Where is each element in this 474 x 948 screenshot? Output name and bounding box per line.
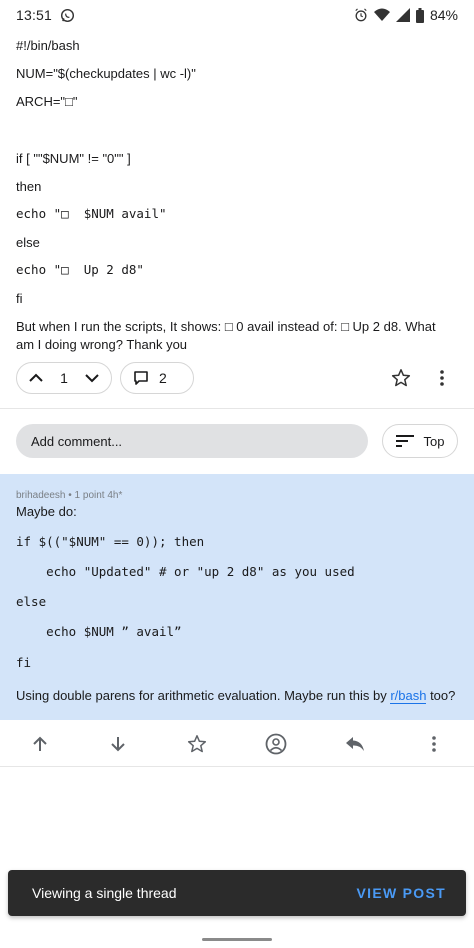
code-line: NUM="$(checkupdates | wc -l)": [16, 66, 196, 81]
signal-icon: [395, 8, 410, 22]
arrow-up-icon: [31, 735, 49, 753]
star-icon: [187, 734, 207, 754]
view-post-button[interactable]: VIEW POST: [357, 885, 447, 901]
save-comment-button[interactable]: [181, 728, 213, 760]
divider: [0, 408, 474, 409]
code-line: else: [16, 594, 47, 609]
divider: [0, 766, 474, 767]
comment-text-end: too?: [426, 688, 456, 703]
downvote-button[interactable]: [85, 373, 99, 383]
status-right: 84%: [354, 7, 458, 23]
code-line: echo "□ $NUM avail": [16, 206, 167, 221]
sort-icon: [395, 435, 414, 447]
arrow-down-icon: [109, 735, 127, 753]
comment-points-age: • 1 point 4h*: [68, 490, 123, 501]
code-line: else: [16, 235, 40, 250]
gesture-nav-handle[interactable]: [202, 938, 272, 941]
more-vertical-icon: [432, 736, 436, 752]
comments-button[interactable]: 2: [120, 362, 194, 394]
comment-action-row: [0, 724, 474, 764]
comment-text: Using double parens for arithmetic evalu…: [16, 688, 456, 704]
star-icon: [391, 368, 411, 388]
subreddit-link[interactable]: r/bash: [390, 688, 427, 704]
comment-bar: Add comment... Top: [16, 424, 458, 458]
code-line: fi: [16, 291, 23, 306]
more-vertical-icon: [440, 370, 444, 386]
comment-text: Maybe do:: [16, 504, 77, 519]
code-line: fi: [16, 655, 32, 670]
comment-more-button[interactable]: [418, 728, 450, 760]
code-line: echo $NUM ” avail”: [16, 624, 182, 639]
code-line: ARCH="□": [16, 94, 78, 109]
highlighted-comment: brihadeesh • 1 point 4h* Maybe do: if $(…: [0, 474, 474, 720]
comment-meta: brihadeesh • 1 point 4h*: [16, 490, 122, 501]
upvote-comment-button[interactable]: [24, 728, 56, 760]
battery-icon: [415, 7, 424, 23]
upvote-button[interactable]: [29, 373, 43, 383]
sort-label: Top: [423, 433, 445, 449]
vote-control: 1: [16, 362, 112, 394]
snackbar: Viewing a single thread VIEW POST: [8, 870, 466, 916]
user-profile-button[interactable]: [260, 728, 292, 760]
alarm-icon: [354, 8, 368, 22]
account-circle-icon: [265, 733, 287, 755]
code-line: #!/bin/bash: [16, 38, 80, 53]
add-comment-input[interactable]: Add comment...: [16, 424, 368, 458]
code-line: then: [16, 179, 42, 194]
comment-author[interactable]: brihadeesh: [16, 490, 65, 501]
status-bar: 13:51 84%: [0, 0, 474, 30]
whatsapp-icon: [60, 8, 75, 23]
more-options-button[interactable]: [426, 362, 458, 394]
code-line: echo "□ Up 2 d8": [16, 262, 144, 277]
comment-count: 2: [159, 370, 167, 386]
comment-text-start: Using double parens for arithmetic evalu…: [16, 688, 391, 703]
battery-percent: 84%: [429, 7, 458, 23]
code-line: if [ ""$NUM" != "0"" ]: [16, 151, 131, 166]
code-line: echo "Updated" # or "up 2 d8" as you use…: [16, 564, 355, 579]
reply-icon: [345, 736, 365, 752]
wifi-icon: [373, 8, 390, 22]
reply-button[interactable]: [339, 728, 371, 760]
status-left: 13:51: [16, 7, 75, 23]
downvote-comment-button[interactable]: [102, 728, 134, 760]
save-star-button[interactable]: [385, 362, 417, 394]
comment-icon: [133, 370, 149, 386]
post-question: But when I run the scripts, It shows: □ …: [16, 319, 436, 353]
vote-count: 1: [60, 370, 68, 386]
code-line: if $(("$NUM" == 0)); then: [16, 534, 205, 549]
sort-top-button[interactable]: Top: [382, 424, 458, 458]
status-time: 13:51: [16, 7, 53, 23]
post-action-row: 1 2: [16, 362, 458, 394]
snackbar-message: Viewing a single thread: [32, 885, 177, 901]
